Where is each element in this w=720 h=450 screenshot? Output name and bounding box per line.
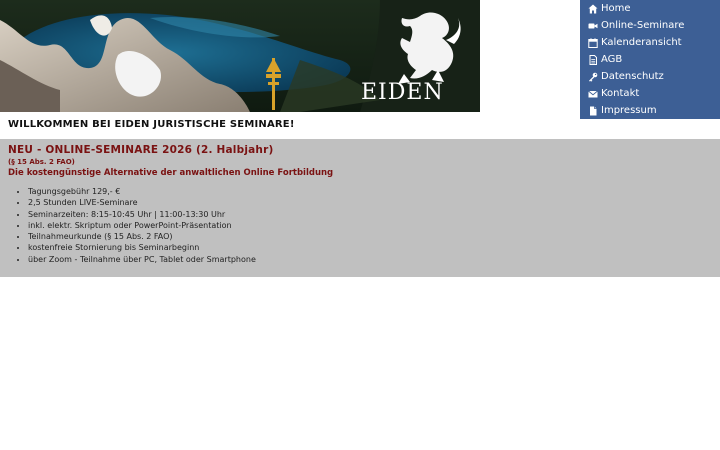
envelope-icon xyxy=(588,89,598,99)
seminar-title: NEU - ONLINE-SEMINARE 2026 (2. Halbjahr) xyxy=(8,144,274,156)
list-item: Seminarzeiten: 8:15-10:45 Uhr | 11:00-13… xyxy=(28,209,256,220)
nav-label: AGB xyxy=(601,54,623,65)
nav-item-agb[interactable]: AGB xyxy=(580,51,720,68)
seminar-info-panel: NEU - ONLINE-SEMINARE 2026 (2. Halbjahr)… xyxy=(0,139,720,277)
file-icon xyxy=(588,106,598,116)
main-navigation: Home Online-Seminare Kalenderansicht AGB… xyxy=(580,0,720,119)
logo-text: EIDEN xyxy=(361,80,444,105)
nav-item-datenschutz[interactable]: Datenschutz xyxy=(580,68,720,85)
nav-item-online-seminare[interactable]: Online-Seminare xyxy=(580,17,720,34)
list-item: Teilnahmeurkunde (§ 15 Abs. 2 FAO) xyxy=(28,231,256,242)
seminar-feature-list: Tagungsgebühr 129,- € 2,5 Stunden LIVE-S… xyxy=(16,186,256,265)
nav-item-kontakt[interactable]: Kontakt xyxy=(580,85,720,102)
list-item: inkl. elektr. Skriptum oder PowerPoint-P… xyxy=(28,220,256,231)
nav-label: Kontakt xyxy=(601,88,640,99)
seminar-legal-reference: (§ 15 Abs. 2 FAO) xyxy=(8,158,75,166)
list-item: 2,5 Stunden LIVE-Seminare xyxy=(28,197,256,208)
document-icon xyxy=(588,54,598,65)
list-item: Tagungsgebühr 129,- € xyxy=(28,186,256,197)
list-item: über Zoom - Teilnahme über PC, Tablet od… xyxy=(28,254,256,265)
nav-label: Home xyxy=(601,3,631,14)
nav-item-kalenderansicht[interactable]: Kalenderansicht xyxy=(580,34,720,51)
list-item: kostenfreie Stornierung bis Seminarbegin… xyxy=(28,242,256,253)
key-icon xyxy=(588,72,598,82)
nav-label: Online-Seminare xyxy=(601,20,685,31)
home-icon xyxy=(588,4,598,14)
welcome-heading: WILLKOMMEN BEI EIDEN JURISTISCHE SEMINAR… xyxy=(8,119,295,130)
video-camera-icon xyxy=(588,21,598,31)
nav-item-home[interactable]: Home xyxy=(580,0,720,17)
nav-item-impressum[interactable]: Impressum xyxy=(580,102,720,119)
header-banner-image: EIDEN xyxy=(0,0,480,112)
nav-label: Impressum xyxy=(601,105,657,116)
nav-label: Kalenderansicht xyxy=(601,37,682,48)
seminar-subtitle: Die kostengünstige Alternative der anwal… xyxy=(8,168,334,178)
calendar-icon xyxy=(588,37,598,48)
nav-label: Datenschutz xyxy=(601,71,664,82)
